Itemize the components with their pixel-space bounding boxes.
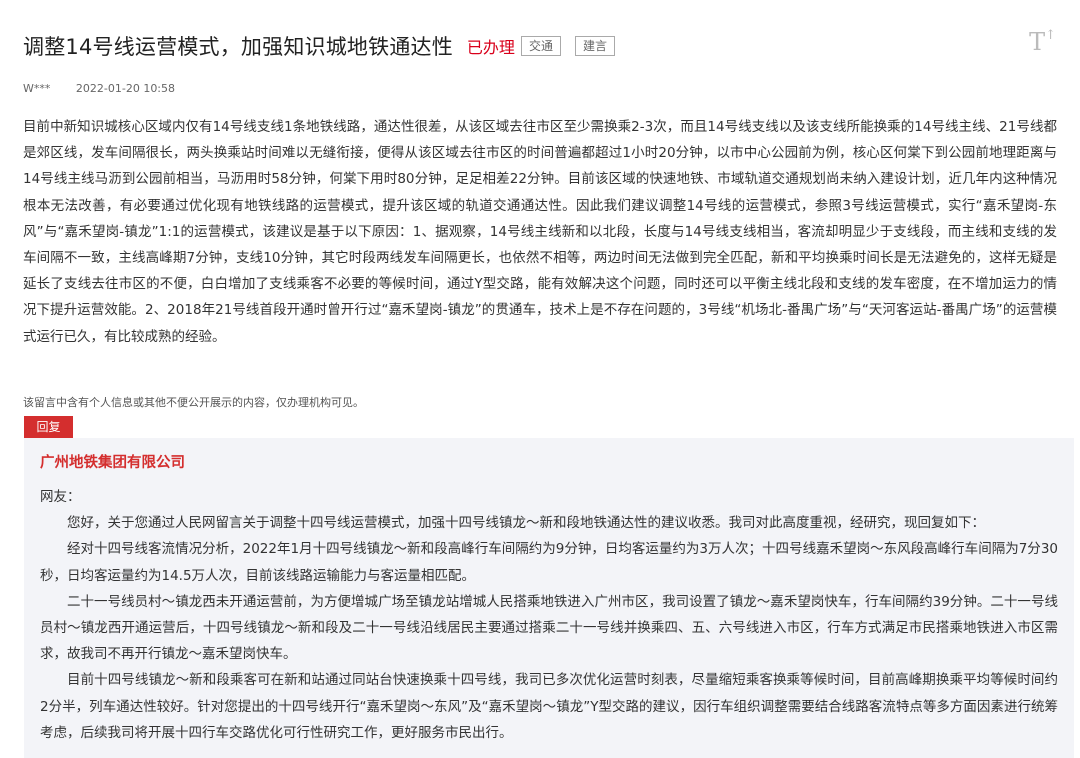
reply-greeting: 网友： xyxy=(40,489,81,505)
font-size-toggle-label: T xyxy=(1029,28,1046,56)
post-meta: W*** 2022-01-20 10:58 xyxy=(23,82,175,95)
privacy-note: 该留言中含有个人信息或其他不便公开展示的内容，仅办理机构可见。 xyxy=(23,396,364,409)
reply-paragraph: 经对十四号线客流情况分析，2022年1月十四号线镇龙～新和段高峰行车间隔约为9分… xyxy=(40,541,1058,584)
author-name: W*** xyxy=(23,82,51,95)
page-title: 调整14号线运营模式，加强知识城地铁通达性 xyxy=(23,35,453,59)
reply-paragraph: 二十一号线员村～镇龙西未开通运营前，为方便增城广场至镇龙站增城人民搭乘地铁进入广… xyxy=(40,593,1058,663)
reply-panel: 广州地铁集团有限公司 网友： 您好，关于您通过人民网留言关于调整十四号线运营模式… xyxy=(24,438,1074,758)
message-detail-page: 调整14号线运营模式，加强知识城地铁通达性 已办理 交通 建言 T↑ W*** … xyxy=(0,0,1080,758)
reply-organization: 广州地铁集团有限公司 xyxy=(40,455,185,471)
post-time: 2022-01-20 10:58 xyxy=(75,82,176,95)
font-size-toggle-icon[interactable]: T↑ xyxy=(1029,28,1056,56)
category-tag-suggestion[interactable]: 建言 xyxy=(574,36,615,56)
reply-paragraph: 目前十四号线镇龙～新和段乘客可在新和站通过同站台快速换乘十四号线，我司已多次优化… xyxy=(40,672,1058,741)
reply-label: 回复 xyxy=(24,416,73,438)
status-badge: 已办理 xyxy=(466,38,515,57)
category-tag-traffic[interactable]: 交通 xyxy=(520,36,561,56)
title-row: 调整14号线运营模式，加强知识城地铁通达性 已办理 交通 建言 T↑ xyxy=(23,28,1056,64)
reply-paragraph: 您好，关于您通过人民网留言关于调整十四号线运营模式，加强十四号线镇龙～新和段地铁… xyxy=(67,515,985,532)
message-content: 目前中新知识城核心区域内仅有14号线支线1条地铁线路，通达性很差，从该区域去往市… xyxy=(23,119,1057,345)
reply-content: 网友： 您好，关于您通过人民网留言关于调整十四号线运营模式，加强十四号线镇龙～新… xyxy=(40,484,1058,746)
